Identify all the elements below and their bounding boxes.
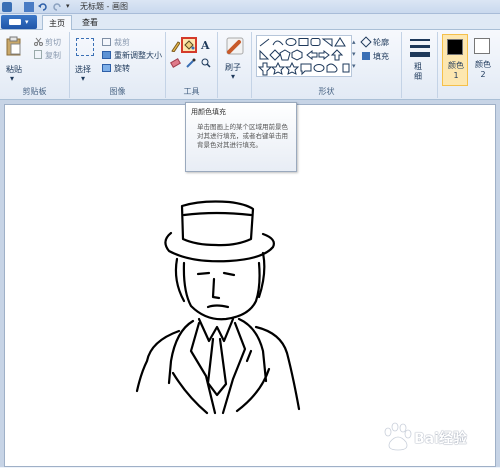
paint-app-icon[interactable] <box>2 2 12 12</box>
color2-button[interactable]: 颜色 2 <box>470 34 496 86</box>
pencil-icon[interactable] <box>170 40 181 55</box>
ribbon-tab-row: ▾ 主页 查看 <box>0 14 500 30</box>
brushes-group: 刷子 ▾ <box>218 32 252 98</box>
qat-dropdown-icon[interactable]: ▾ <box>66 2 76 12</box>
paste-button[interactable] <box>6 36 22 56</box>
color1-swatch <box>447 39 463 55</box>
file-menu-icon <box>9 19 21 25</box>
cut-label[interactable]: 剪切 <box>45 37 61 48</box>
select-dropdown-icon[interactable]: ▾ <box>81 74 85 83</box>
shapes-gallery[interactable] <box>256 35 352 77</box>
crop-icon[interactable] <box>102 38 111 46</box>
window-title: 无标题 - 画图 <box>80 2 128 11</box>
fill-tooltip: 用颜色填充 单击图画上的某个区域用前景色对其进行填充，或者右键单击用背景色对其进… <box>185 102 297 172</box>
tools-group: A 工具 <box>166 32 218 98</box>
eraser-icon[interactable] <box>170 58 181 68</box>
rotate-label[interactable]: 旋转 <box>114 63 130 74</box>
undo-icon[interactable] <box>38 2 48 12</box>
size-group: 粗细 <box>402 32 438 98</box>
watermark-text: Bai经验 <box>414 431 467 447</box>
color2-swatch <box>474 38 490 54</box>
color2-label: 颜色 2 <box>475 60 491 79</box>
resize-label[interactable]: 重新调整大小 <box>114 50 162 61</box>
cut-icon[interactable] <box>34 37 43 49</box>
paste-dropdown-icon[interactable]: ▾ <box>10 74 14 83</box>
tab-view[interactable]: 查看 <box>76 15 104 30</box>
shapes-scroll-icon[interactable]: ▴ ▾ ▾ <box>352 36 356 72</box>
image-group-label: 图像 <box>109 87 126 96</box>
color-picker-icon[interactable] <box>186 58 196 71</box>
outline-icon[interactable] <box>360 36 372 48</box>
rotate-icon[interactable] <box>102 64 111 72</box>
brushes-dropdown-icon[interactable]: ▾ <box>231 72 235 81</box>
magnifier-icon[interactable] <box>201 58 211 71</box>
tooltip-title: 用颜色填充 <box>191 108 226 116</box>
file-menu-arrow-icon: ▾ <box>25 18 29 26</box>
size-label[interactable]: 粗细 <box>414 62 424 82</box>
save-icon[interactable] <box>24 2 34 12</box>
line-medium-icon <box>410 45 430 48</box>
fill-icon[interactable] <box>362 52 370 60</box>
line-thin-icon <box>410 39 430 41</box>
brush-icon[interactable] <box>225 36 245 56</box>
baidu-watermark: Bai经验 <box>378 418 496 458</box>
shapes-group: ▴ ▾ ▾ 轮廓 填充 形状 <box>252 32 402 98</box>
tools-group-label: 工具 <box>183 87 200 96</box>
tab-home[interactable]: 主页 <box>42 15 72 30</box>
shapes-group-label: 形状 <box>318 87 335 96</box>
text-tool-icon[interactable]: A <box>201 39 210 52</box>
outline-label[interactable]: 轮廓 <box>373 37 389 48</box>
crop-label[interactable]: 裁剪 <box>114 37 130 48</box>
image-group: 选择 ▾ 裁剪 重新调整大小 旋转 图像 <box>70 32 166 98</box>
fill-label[interactable]: 填充 <box>373 51 389 62</box>
clipboard-group-label: 剪贴板 <box>22 87 47 96</box>
colors-group: 颜色 1 颜色 2 <box>440 32 500 98</box>
fill-with-color-button[interactable] <box>181 37 197 53</box>
color1-label: 颜色 1 <box>448 61 464 80</box>
redo-icon[interactable] <box>52 2 62 12</box>
select-icon[interactable] <box>76 38 94 56</box>
title-bar: ▾ 无标题 - 画图 <box>0 0 500 14</box>
ribbon: 粘贴 ▾ 剪切 复制 剪贴板 选择 ▾ 裁剪 重新调整大小 旋转 图像 A 工具… <box>0 30 500 100</box>
copy-icon[interactable] <box>34 50 42 59</box>
file-menu-button[interactable]: ▾ <box>1 15 37 29</box>
copy-label[interactable]: 复制 <box>45 50 61 61</box>
clipboard-group: 粘贴 ▾ 剪切 复制 剪贴板 <box>0 32 70 98</box>
tooltip-description: 单击图画上的某个区域用前景色对其进行填充，或者右键单击用背景色对其进行填充。 <box>197 123 288 149</box>
line-thick-icon[interactable] <box>410 52 430 57</box>
color1-button[interactable]: 颜色 1 <box>442 34 468 86</box>
resize-icon[interactable] <box>102 51 111 59</box>
